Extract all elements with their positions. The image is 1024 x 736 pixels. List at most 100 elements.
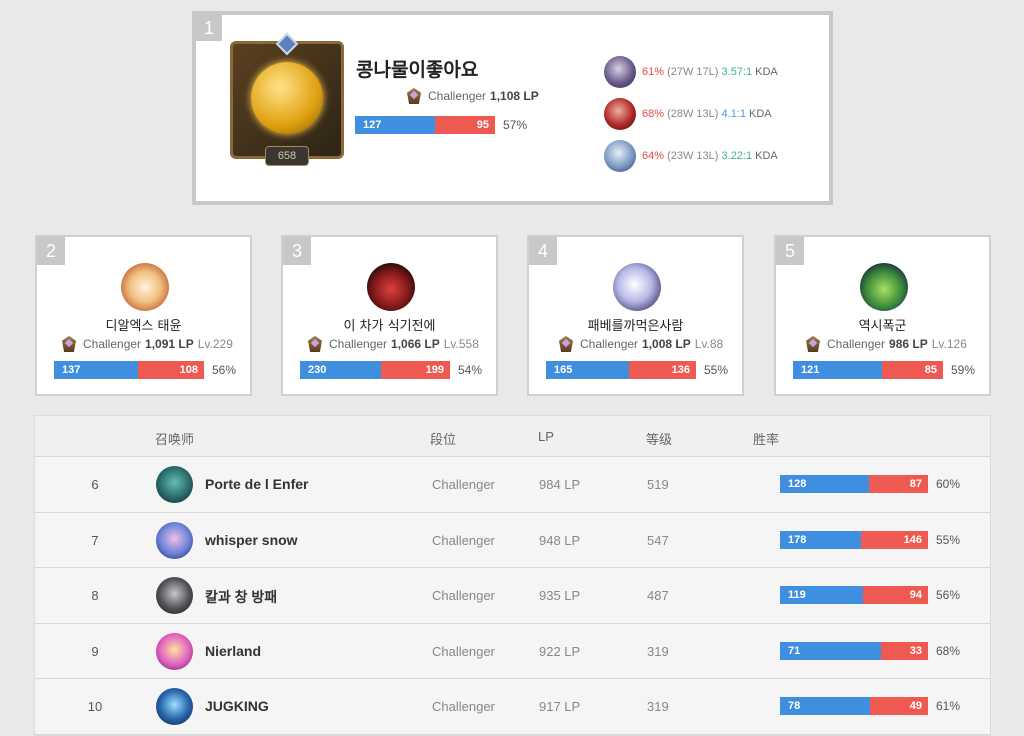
lp-value: 1,091 LP bbox=[145, 337, 194, 351]
summoner-name[interactable]: Porte de l Enfer bbox=[205, 476, 308, 492]
tier-info: Challenger 1,091 LP Lv.229 bbox=[59, 334, 233, 354]
champion-row[interactable]: 64% (23W 13L) 3.22:1 KDA bbox=[604, 135, 778, 177]
winrate: 56% bbox=[936, 588, 961, 602]
losses-segment: 87 bbox=[869, 475, 928, 493]
champion-kda: 3.22:1 bbox=[721, 150, 753, 162]
summoner-level: Lv.88 bbox=[694, 337, 724, 351]
champion-row[interactable]: 68% (28W 13L) 4.1:1 KDA bbox=[604, 93, 778, 135]
summoner-name[interactable]: whisper snow bbox=[205, 532, 298, 548]
rank-number: 10 bbox=[87, 699, 103, 714]
summoner-name[interactable]: 패베를까먹은사람 bbox=[529, 315, 742, 334]
win-loss-bar: 137 108 56% bbox=[54, 361, 236, 379]
champion-winrate: 61% bbox=[642, 66, 665, 78]
champion-record: (27W 17L) bbox=[667, 66, 719, 78]
win-loss-bar: 178 146 55% bbox=[780, 530, 960, 549]
rank-card[interactable]: 2 디알엑스 태윤 Challenger 1,091 LP Lv.229 137… bbox=[35, 235, 252, 396]
lp-value: 922 LP bbox=[539, 643, 581, 659]
winrate: 61% bbox=[936, 699, 961, 713]
table-row[interactable]: 10 JUGKING Challenger 917 LP 319 78 49 6… bbox=[35, 679, 990, 735]
profile-icon-avatar bbox=[156, 632, 193, 670]
challenger-emblem-icon bbox=[59, 334, 79, 354]
tier-label: Challenger bbox=[432, 532, 495, 548]
losses-segment: 199 bbox=[381, 361, 450, 379]
summoner-level: Lv.229 bbox=[197, 337, 233, 351]
champion-kda: 3.57:1 bbox=[721, 66, 753, 78]
losses-segment: 108 bbox=[138, 361, 204, 379]
champion-icon bbox=[604, 140, 636, 172]
table-header: 召唤师 段位 LP 等级 胜率 bbox=[35, 416, 990, 457]
champion-record: (23W 13L) bbox=[667, 150, 719, 162]
rank-card[interactable]: 3 이 차가 식기전에 Challenger 1,066 LP Lv.558 2… bbox=[281, 235, 498, 396]
winrate: 55% bbox=[704, 363, 729, 377]
rank-badge: 3 bbox=[283, 237, 311, 265]
table-row[interactable]: 8 칼과 창 방패 Challenger 935 LP 487 119 94 5… bbox=[35, 568, 990, 624]
summoner-level: 319 bbox=[647, 643, 669, 659]
rank-card[interactable]: 5 역시폭군 Challenger 986 LP Lv.126 121 85 5… bbox=[774, 235, 991, 396]
tier-label: Challenger bbox=[428, 89, 487, 103]
header-winrate[interactable]: 胜率 bbox=[753, 429, 779, 448]
challenger-emblem-icon bbox=[556, 334, 576, 354]
summoner-level: 487 bbox=[647, 588, 669, 603]
profile-icon-avatar: 658 bbox=[230, 32, 344, 166]
champion-icon bbox=[604, 56, 636, 88]
rank-badge: 4 bbox=[529, 237, 557, 265]
winrate: 56% bbox=[212, 363, 237, 377]
lp-value: 1,066 LP bbox=[391, 337, 440, 351]
profile-icon-avatar bbox=[156, 466, 193, 503]
lp-value: 986 LP bbox=[889, 337, 928, 351]
win-loss-bar: 121 85 59% bbox=[793, 361, 975, 379]
kda-label: KDA bbox=[755, 150, 778, 162]
header-level[interactable]: 等级 bbox=[646, 429, 672, 448]
summoner-name[interactable]: 칼과 창 방패 bbox=[205, 587, 277, 607]
table-row[interactable]: 9 Nierland Challenger 922 LP 319 71 33 6… bbox=[35, 623, 990, 679]
rank-badge: 1 bbox=[196, 15, 222, 41]
header-summoner[interactable]: 召唤师 bbox=[155, 429, 194, 448]
summoner-name[interactable]: 이 차가 식기전에 bbox=[283, 315, 496, 334]
rank-badge: 2 bbox=[37, 237, 65, 265]
rank-card[interactable]: 4 패베를까먹은사람 Challenger 1,008 LP Lv.88 165… bbox=[527, 235, 744, 396]
win-loss-bar: 119 94 56% bbox=[780, 586, 960, 604]
challenger-emblem-icon bbox=[305, 334, 325, 354]
champion-icon bbox=[604, 98, 636, 130]
ranking-table: 召唤师 段位 LP 等级 胜率 6 Porte de l Enfer Chall… bbox=[34, 415, 991, 736]
summoner-level: Lv.558 bbox=[443, 337, 479, 351]
profile-icon-avatar bbox=[156, 521, 193, 559]
challenger-emblem-icon bbox=[803, 334, 823, 354]
summoner-name[interactable]: 디알엑스 태윤 bbox=[37, 315, 250, 334]
kda-label: KDA bbox=[748, 108, 772, 120]
header-lp[interactable]: LP bbox=[538, 429, 554, 444]
champion-row[interactable]: 61% (27W 17L) 3.57:1 KDA bbox=[604, 51, 778, 93]
profile-icon-avatar bbox=[156, 688, 193, 725]
rank-badge: 5 bbox=[776, 237, 804, 265]
table-row[interactable]: 6 Porte de l Enfer Challenger 984 LP 519… bbox=[35, 457, 990, 513]
rank-1-card[interactable]: 1 658 콩나물이좋아요 Challenger 1,108 LP 127 95… bbox=[192, 11, 833, 205]
win-loss-bar: 128 87 60% bbox=[780, 475, 960, 493]
tier-info: Challenger 1,108 LP bbox=[404, 86, 539, 106]
summoner-level: 547 bbox=[647, 532, 669, 548]
lp-value: 1,108 LP bbox=[490, 89, 539, 103]
challenger-emblem-icon bbox=[404, 86, 424, 106]
winrate: 68% bbox=[936, 643, 961, 658]
tier-info: Challenger 1,008 LP Lv.88 bbox=[556, 334, 723, 354]
table-row[interactable]: 7 whisper snow Challenger 948 LP 547 178… bbox=[35, 512, 990, 568]
win-loss-bar: 230 199 54% bbox=[300, 361, 482, 379]
wins-segment: 230 bbox=[300, 361, 381, 379]
wins-segment: 127 bbox=[355, 116, 435, 134]
summoner-level: Lv.126 bbox=[931, 337, 967, 351]
summoner-name[interactable]: JUGKING bbox=[205, 698, 269, 714]
lp-value: 948 LP bbox=[539, 532, 581, 548]
summoner-name[interactable]: 역시폭군 bbox=[776, 315, 989, 334]
champion-record: (28W 13L) bbox=[667, 108, 719, 120]
wins-segment: 178 bbox=[780, 530, 861, 549]
win-loss-bar: 165 136 55% bbox=[546, 361, 728, 379]
tier-label: Challenger bbox=[432, 588, 495, 603]
header-tier[interactable]: 段位 bbox=[430, 429, 456, 448]
summoner-name[interactable]: Nierland bbox=[205, 643, 261, 659]
losses-segment: 146 bbox=[861, 530, 928, 549]
champion-winrate: 64% bbox=[642, 150, 665, 162]
win-loss-bar: 127 95 57% bbox=[355, 116, 527, 134]
tier-label: Challenger bbox=[83, 337, 142, 351]
orb-icon bbox=[251, 62, 323, 134]
summoner-name[interactable]: 콩나물이좋아요 bbox=[356, 55, 478, 82]
wins-segment: 119 bbox=[780, 586, 863, 604]
